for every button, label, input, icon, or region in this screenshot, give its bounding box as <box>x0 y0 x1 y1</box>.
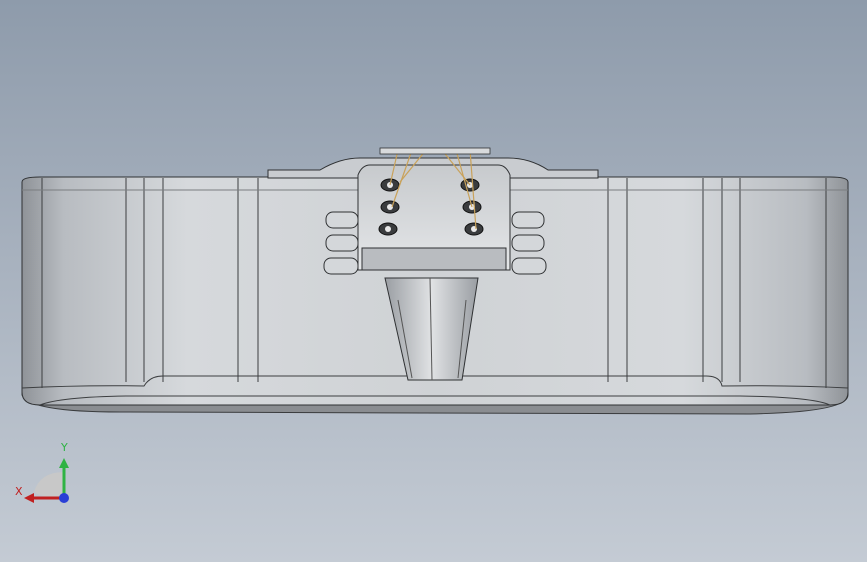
x-axis-label: X <box>15 485 23 498</box>
tuner-keys-left <box>323 211 359 275</box>
guitar-model[interactable] <box>0 0 867 562</box>
axis-triad-graphic <box>24 458 69 503</box>
axis-triad: Y X <box>12 440 82 510</box>
nut <box>379 147 491 155</box>
y-axis-label: Y <box>61 441 68 454</box>
headstock-plate <box>361 247 507 271</box>
tuner-keys-right <box>511 211 547 275</box>
cad-viewport[interactable]: Y X <box>0 0 867 562</box>
